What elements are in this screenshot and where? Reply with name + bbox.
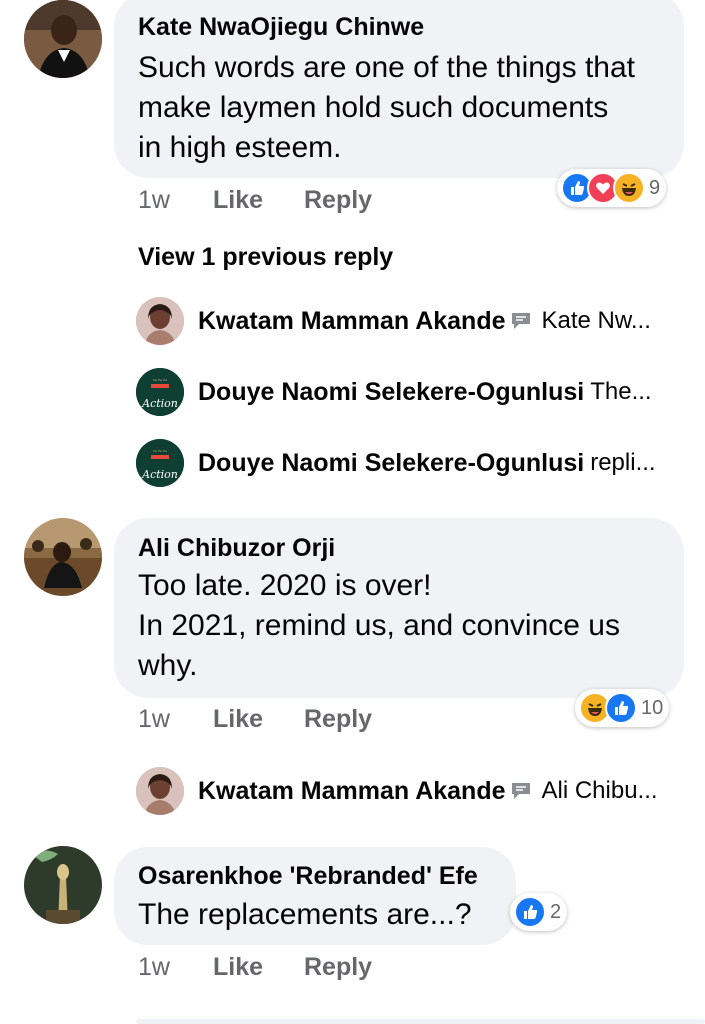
avatar: ~~~ Action — [136, 368, 184, 416]
reply-button[interactable]: Reply — [304, 705, 372, 734]
chat-bubble-icon — [510, 780, 534, 802]
comment-time[interactable]: 1w — [138, 186, 170, 215]
svg-text:~~~: ~~~ — [152, 448, 167, 455]
haha-icon — [613, 172, 645, 204]
reply-author[interactable]: Kwatam Mamman Akande — [198, 777, 506, 806]
avatar[interactable] — [24, 0, 102, 78]
like-button[interactable]: Like — [213, 953, 263, 982]
avatar-photo — [24, 0, 102, 78]
comment-author[interactable]: Kate NwaOjiegu Chinwe — [138, 13, 424, 42]
comment-time[interactable]: 1w — [138, 953, 170, 982]
reply-row[interactable]: Kwatam Mamman Akande Ali Chibu... — [136, 766, 658, 816]
avatar-photo — [24, 846, 102, 924]
reply-snippet: Ali Chibu... — [541, 777, 658, 804]
reply-snippet: repli... — [590, 449, 656, 476]
reaction-count: 2 — [550, 900, 562, 923]
next-comment-edge — [136, 1019, 705, 1024]
reaction-count: 9 — [649, 176, 661, 199]
comment-text: Such words are one of the things that ma… — [138, 51, 635, 164]
comment-time[interactable]: 1w — [138, 705, 170, 734]
like-icon — [514, 896, 546, 928]
view-previous-replies[interactable]: View 1 previous reply — [138, 243, 393, 272]
reply-author[interactable]: Kwatam Mamman Akande — [198, 307, 506, 336]
comment-text: Too late. 2020 is over! In 2021, remind … — [138, 569, 620, 682]
reply-author[interactable]: Douye Naomi Selekere-Ogunlusi — [198, 449, 584, 478]
avatar — [136, 297, 184, 345]
reply-button[interactable]: Reply — [304, 953, 372, 982]
reaction-count: 10 — [641, 696, 664, 719]
reply-snippet: Kate Nw... — [541, 307, 651, 334]
like-button[interactable]: Like — [213, 705, 263, 734]
avatar — [136, 767, 184, 815]
avatar-photo — [24, 518, 102, 596]
reply-row[interactable]: ~~~ Action Douye Naomi Selekere-Ogunlusi… — [136, 367, 652, 417]
comment-text: The replacements are...? — [138, 898, 472, 931]
comment-author[interactable]: Osarenkhoe 'Rebranded' Efe — [138, 862, 478, 891]
svg-text:~~~: ~~~ — [152, 377, 167, 384]
reply-author[interactable]: Douye Naomi Selekere-Ogunlusi — [198, 378, 584, 407]
avatar[interactable] — [24, 518, 102, 596]
like-button[interactable]: Like — [213, 186, 263, 215]
reply-row[interactable]: Kwatam Mamman Akande Kate Nw... — [136, 296, 651, 346]
comment-author[interactable]: Ali Chibuzor Orji — [138, 534, 335, 563]
like-icon — [605, 692, 637, 724]
chat-bubble-icon — [510, 310, 534, 332]
reply-snippet: The... — [590, 378, 652, 405]
avatar[interactable] — [24, 846, 102, 924]
reply-button[interactable]: Reply — [304, 186, 372, 215]
svg-text:Action: Action — [141, 397, 178, 410]
reaction-summary[interactable]: 9 — [557, 169, 667, 207]
reaction-summary[interactable]: 10 — [575, 689, 670, 727]
avatar: ~~~ Action — [136, 439, 184, 487]
reaction-summary[interactable]: 2 — [510, 893, 568, 931]
svg-text:Action: Action — [141, 468, 178, 481]
reply-row[interactable]: ~~~ Action Douye Naomi Selekere-Ogunlusi… — [136, 438, 656, 488]
